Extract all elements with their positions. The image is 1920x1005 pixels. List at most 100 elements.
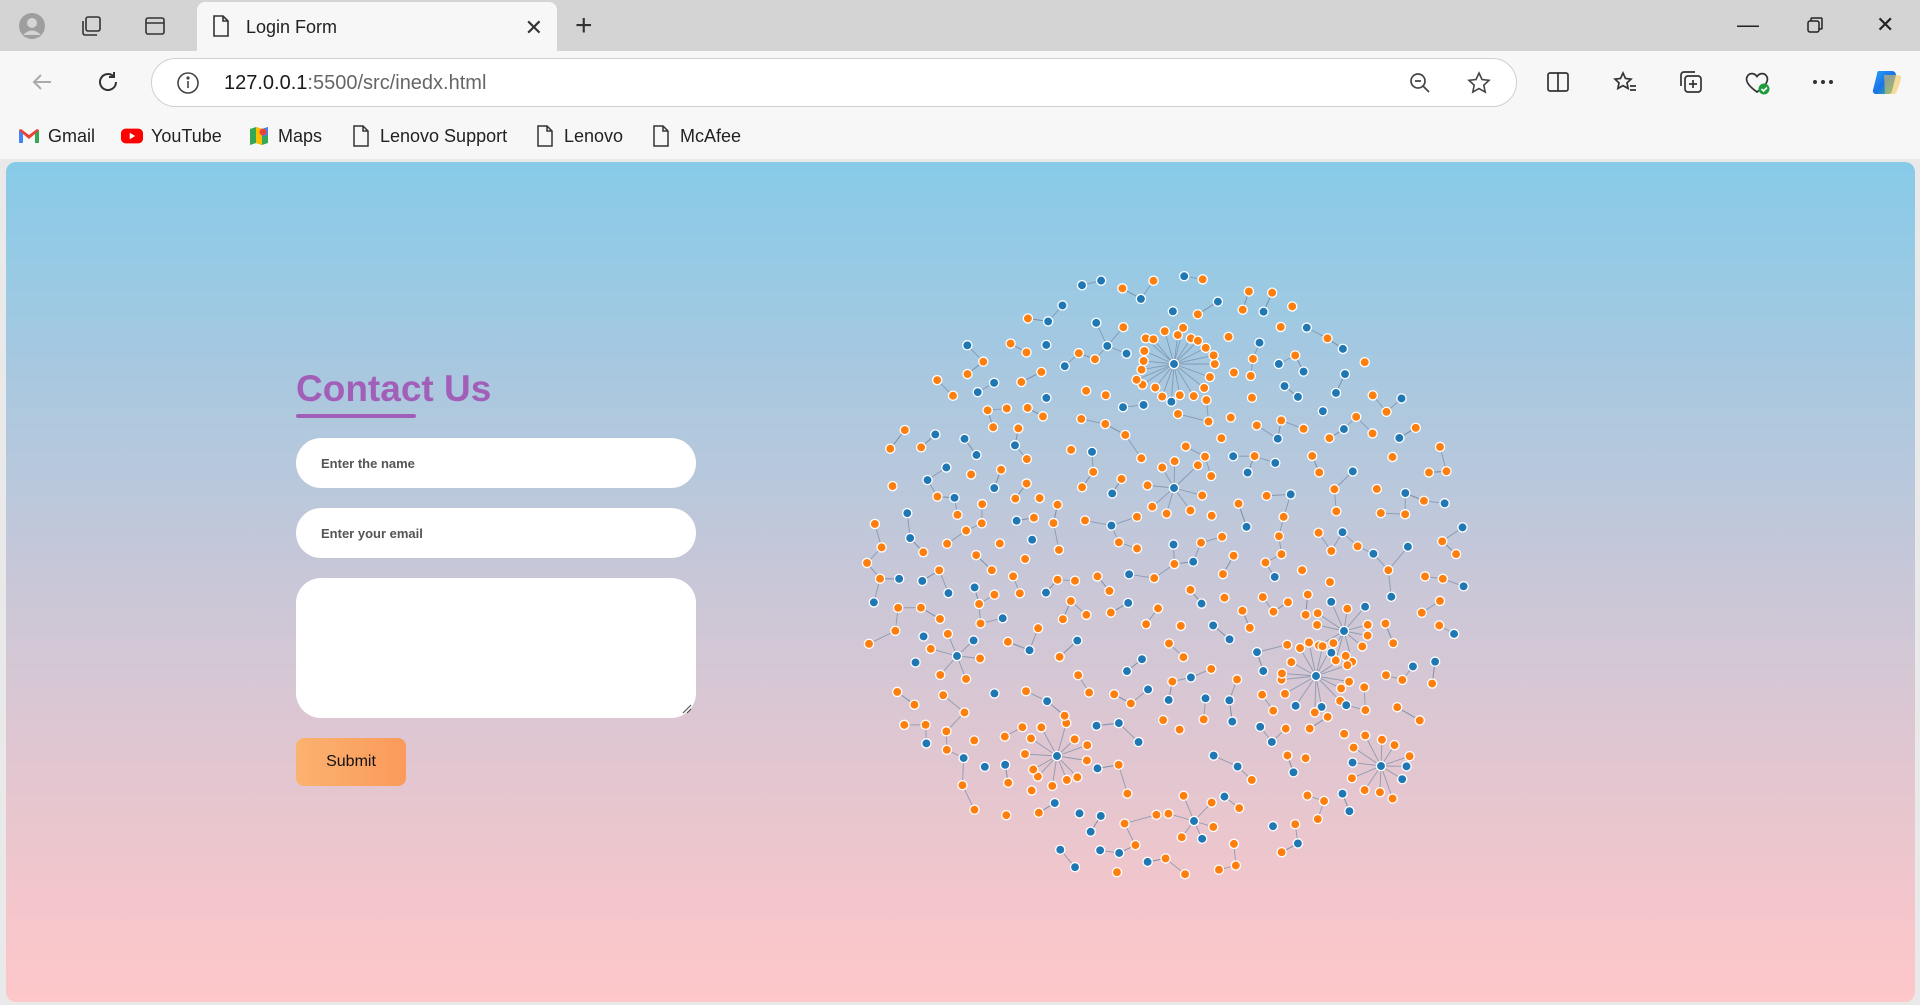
email-input[interactable] — [296, 508, 696, 558]
graph-node-blue — [1106, 488, 1118, 499]
contact-form: Contact Us Submit — [296, 368, 696, 786]
graph-node-blue — [979, 761, 991, 773]
graph-node-blue — [1207, 620, 1219, 631]
profile-icon[interactable] — [18, 12, 46, 40]
graph-node-orange — [935, 669, 946, 681]
graph-node-blue — [918, 631, 929, 642]
submit-button[interactable]: Submit — [296, 738, 406, 786]
graph-node-blue — [999, 759, 1011, 771]
reload-icon[interactable] — [91, 65, 125, 99]
graph-node-orange — [1436, 536, 1448, 547]
graph-node-blue — [1400, 487, 1411, 499]
graph-node-orange — [1001, 403, 1013, 414]
graph-node-orange — [920, 719, 931, 731]
graph-node-orange — [1002, 636, 1014, 648]
bookmark-lenovo-support[interactable]: Lenovo Support — [350, 123, 507, 149]
tab-active[interactable]: Login Form ✕ — [197, 2, 557, 51]
tab-actions-icon[interactable] — [141, 12, 169, 40]
graph-node-blue — [1009, 440, 1021, 451]
graph-node-orange — [1246, 774, 1258, 786]
bookmark-mcafee[interactable]: McAfee — [650, 123, 741, 149]
graph-node-blue — [1337, 343, 1349, 355]
graph-node-orange — [1151, 809, 1162, 821]
graph-node-orange — [975, 618, 986, 629]
graph-node-orange — [1228, 550, 1239, 561]
graph-node-orange — [1329, 484, 1340, 495]
name-input[interactable] — [296, 438, 696, 488]
favorites-icon[interactable] — [1608, 65, 1642, 99]
graph-node-blue — [921, 738, 932, 749]
graph-node-orange — [1309, 707, 1321, 718]
graph-node-orange — [941, 726, 952, 737]
graph-node-orange — [1076, 481, 1088, 493]
minimize-icon[interactable]: — — [1737, 12, 1759, 38]
close-window-icon[interactable]: ✕ — [1876, 12, 1894, 38]
graph-node-orange — [1326, 545, 1337, 557]
graph-node-orange — [1059, 710, 1070, 721]
graph-node-orange — [1205, 663, 1217, 675]
graph-node-blue — [1325, 596, 1337, 608]
graph-node-orange — [1380, 618, 1391, 629]
graph-node-orange — [1122, 788, 1133, 799]
more-options-icon[interactable] — [1806, 65, 1840, 99]
graph-node-orange — [976, 498, 988, 510]
restore-icon[interactable] — [1806, 14, 1824, 40]
graph-node-blue — [1301, 322, 1313, 333]
graph-node-orange — [1020, 685, 1032, 697]
collections-icon[interactable] — [1674, 65, 1708, 99]
graph-node-blue — [1133, 736, 1144, 748]
graph-node-orange — [1185, 584, 1196, 596]
graph-node-orange — [1348, 742, 1359, 753]
graph-node-orange — [1261, 490, 1272, 502]
graph-node-orange — [962, 368, 973, 380]
graph-node-orange — [885, 443, 896, 454]
graph-node-blue — [1042, 316, 1054, 327]
graph-node-orange — [1113, 537, 1125, 548]
graph-node-orange — [1286, 656, 1297, 668]
new-tab-button[interactable]: + — [575, 9, 593, 43]
graph-node-orange — [1163, 808, 1174, 819]
graph-node-orange — [1416, 607, 1428, 618]
graph-node-orange — [1013, 423, 1024, 434]
copilot-icon[interactable] — [1870, 65, 1904, 99]
graph-node-orange — [987, 422, 999, 433]
bookmark-lenovo[interactable]: Lenovo — [534, 123, 623, 149]
graph-node-orange — [1359, 356, 1370, 368]
graph-node-blue — [1011, 515, 1022, 526]
message-textarea[interactable] — [296, 578, 696, 718]
graph-node-orange — [1205, 470, 1217, 482]
graph-node-blue — [1041, 339, 1052, 351]
graph-node-orange — [1228, 838, 1240, 850]
close-tab-icon[interactable]: ✕ — [525, 15, 543, 41]
graph-node-orange — [1397, 674, 1408, 686]
graph-node-blue — [1273, 358, 1285, 370]
graph-node-blue — [1258, 306, 1269, 317]
url-path: :5500/src/inedx.html — [307, 72, 487, 94]
zoom-out-icon[interactable] — [1408, 71, 1432, 100]
graph-node-orange — [1275, 321, 1286, 333]
bookmark-maps[interactable]: Maps — [248, 123, 322, 149]
graph-node-orange — [1360, 704, 1371, 716]
graph-node-orange — [1073, 347, 1085, 359]
graph-node-orange — [1089, 353, 1101, 365]
graph-link — [1295, 675, 1317, 707]
graph-node-orange — [1195, 537, 1207, 548]
split-screen-icon[interactable] — [1541, 65, 1575, 99]
graph-node-orange — [1188, 390, 1199, 402]
graph-node-orange — [1267, 705, 1279, 716]
workspaces-icon[interactable] — [78, 12, 106, 40]
graph-node-orange — [1160, 853, 1171, 864]
graph-node-orange — [869, 518, 881, 530]
favorite-star-icon[interactable] — [1466, 70, 1492, 101]
graph-node-orange — [1281, 639, 1293, 651]
resize-grip-icon[interactable] — [680, 702, 692, 714]
browser-essentials-icon[interactable] — [1740, 65, 1774, 99]
bookmark-youtube[interactable]: YouTube — [121, 123, 222, 149]
graph-node-orange — [1441, 465, 1452, 477]
graph-node-orange — [1021, 453, 1033, 465]
graph-node-blue — [1051, 750, 1063, 762]
address-bar[interactable]: 127.0.0.1:5500/src/inedx.html — [151, 58, 1517, 107]
bookmark-gmail[interactable]: Gmail — [18, 123, 95, 149]
back-icon[interactable] — [25, 65, 59, 99]
site-info-icon[interactable] — [176, 71, 200, 100]
